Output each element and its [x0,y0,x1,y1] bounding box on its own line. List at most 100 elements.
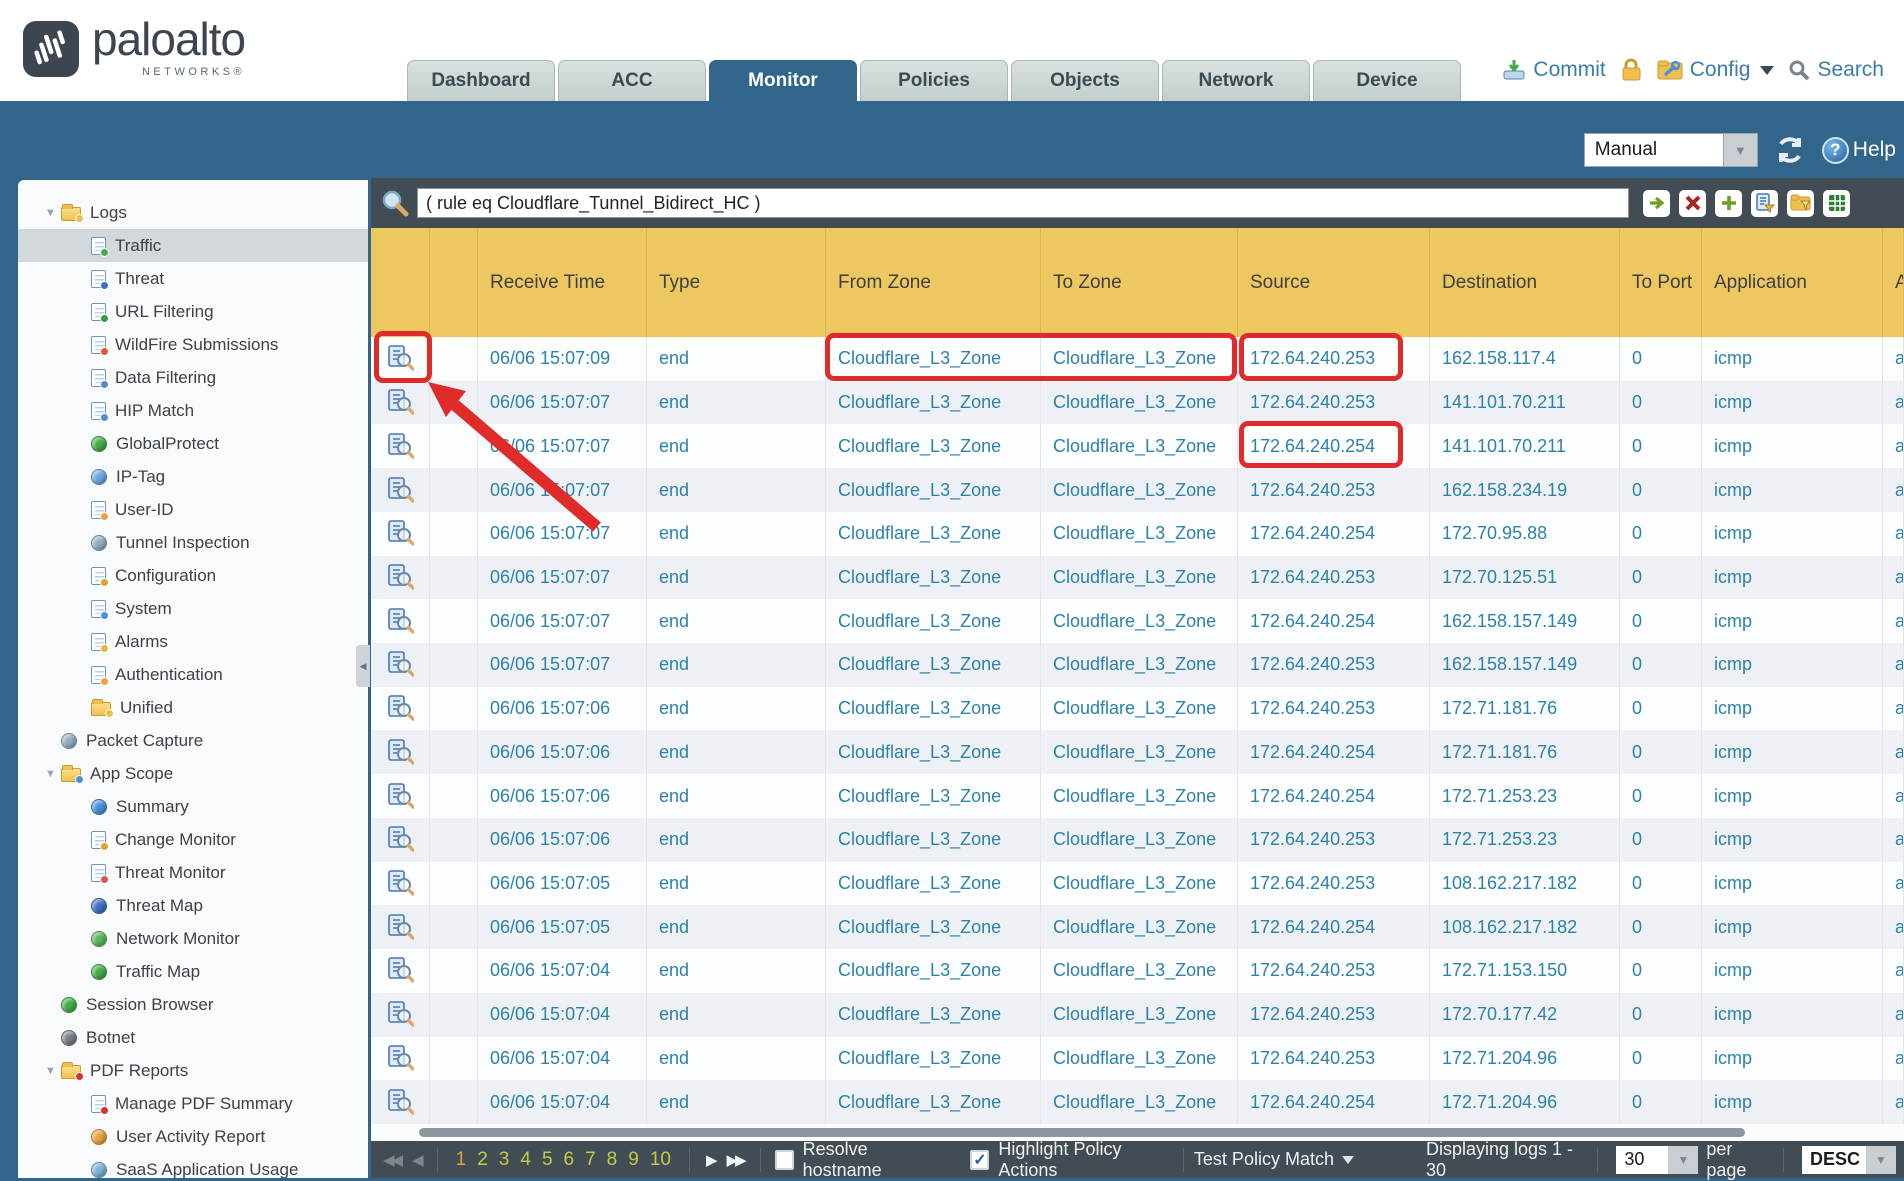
table-row[interactable]: 06/06 15:07:06endCloudflare_L3_ZoneCloud… [371,687,1904,731]
table-row[interactable]: 06/06 15:07:05endCloudflare_L3_ZoneCloud… [371,862,1904,906]
table-row[interactable]: 06/06 15:07:07endCloudflare_L3_ZoneCloud… [371,424,1904,468]
help-button[interactable]: ? Help [1822,137,1896,164]
detail-magnifier-cell[interactable] [371,730,430,774]
table-row[interactable]: 06/06 15:07:06endCloudflare_L3_ZoneCloud… [371,774,1904,818]
sidebar-item-hip-match[interactable]: HIP Match [18,394,368,427]
sidebar-item-threat-map[interactable]: Threat Map [18,889,368,922]
page-number-6[interactable]: 6 [564,1149,575,1171]
sidebar-item-url-filtering[interactable]: URL Filtering [18,295,368,328]
first-page-button[interactable]: ◀◀ [383,1151,400,1169]
sidebar-item-pdf-reports[interactable]: ▼PDF Reports [18,1054,368,1087]
sidebar-item-unified[interactable]: Unified [18,691,368,724]
export-to-csv-icon[interactable] [1823,190,1850,217]
detail-magnifier-cell[interactable] [371,643,430,687]
detail-magnifier-cell[interactable] [371,862,430,906]
table-row[interactable]: 06/06 15:07:07endCloudflare_L3_ZoneCloud… [371,599,1904,643]
page-number-7[interactable]: 7 [585,1149,596,1171]
detail-magnifier-cell[interactable] [371,337,430,381]
sidebar-item-change-monitor[interactable]: Change Monitor [18,823,368,856]
table-row[interactable]: 06/06 15:07:06endCloudflare_L3_ZoneCloud… [371,730,1904,774]
sidebar-item-globalprotect[interactable]: GlobalProtect [18,427,368,460]
sidebar-item-app-scope[interactable]: ▼App Scope [18,757,368,790]
detail-magnifier-cell[interactable] [371,381,430,425]
expander-icon[interactable]: ▼ [40,1065,61,1077]
sidebar-item-authentication[interactable]: Authentication [18,658,368,691]
sidebar-item-traffic-map[interactable]: Traffic Map [18,955,368,988]
sidebar-item-alarms[interactable]: Alarms [18,625,368,658]
table-row[interactable]: 06/06 15:07:07endCloudflare_L3_ZoneCloud… [371,381,1904,425]
detail-magnifier-cell[interactable] [371,512,430,556]
table-row[interactable]: 06/06 15:07:09endCloudflare_L3_ZoneCloud… [371,337,1904,381]
table-row[interactable]: 06/06 15:07:07endCloudflare_L3_ZoneCloud… [371,512,1904,556]
sidebar-item-system[interactable]: System [18,592,368,625]
filter-builder-icon[interactable] [1751,190,1778,217]
expander-icon[interactable]: ▼ [40,768,61,780]
table-row[interactable]: 06/06 15:07:05endCloudflare_L3_ZoneCloud… [371,905,1904,949]
sidebar-collapse-handle[interactable]: ◀ [356,645,370,687]
page-number-9[interactable]: 9 [628,1149,639,1171]
table-row[interactable]: 06/06 15:07:06endCloudflare_L3_ZoneCloud… [371,818,1904,862]
test-policy-match-button[interactable]: Test Policy Match [1194,1149,1354,1170]
table-row[interactable]: 06/06 15:07:07endCloudflare_L3_ZoneCloud… [371,468,1904,512]
horizontal-scrollbar[interactable] [419,1128,1745,1137]
table-row[interactable]: 06/06 15:07:04endCloudflare_L3_ZoneCloud… [371,949,1904,993]
expander-icon[interactable]: ▼ [40,207,61,219]
per-page-select[interactable]: 30 ▼ [1616,1146,1698,1174]
last-page-button[interactable]: ▶▶ [727,1151,744,1169]
tab-monitor[interactable]: Monitor [709,60,857,101]
tab-objects[interactable]: Objects [1011,60,1159,101]
sort-order-select[interactable]: DESC ▼ [1802,1146,1896,1174]
sidebar-item-summary[interactable]: Summary [18,790,368,823]
tab-acc[interactable]: ACC [558,60,706,101]
sidebar-item-user-activity-report[interactable]: User Activity Report [18,1120,368,1153]
detail-magnifier-cell[interactable] [371,905,430,949]
detail-magnifier-cell[interactable] [371,774,430,818]
sidebar-item-saas-application-usage[interactable]: SaaS Application Usage [18,1153,368,1178]
sidebar-item-data-filtering[interactable]: Data Filtering [18,361,368,394]
detail-magnifier-cell[interactable] [371,818,430,862]
apply-filter-icon[interactable] [1643,190,1670,217]
page-number-2[interactable]: 2 [477,1149,488,1171]
add-filter-icon[interactable] [1715,190,1742,217]
column-header-action[interactable]: A [1883,228,1904,337]
sidebar-item-user-id[interactable]: User-ID [18,493,368,526]
page-number-1[interactable]: 1 [456,1149,467,1171]
table-row[interactable]: 06/06 15:07:07endCloudflare_L3_ZoneCloud… [371,556,1904,600]
sidebar-item-traffic[interactable]: Traffic [18,229,368,262]
sidebar-item-wildfire-submissions[interactable]: WildFire Submissions [18,328,368,361]
page-number-10[interactable]: 10 [650,1149,671,1171]
sidebar-item-threat[interactable]: Threat [18,262,368,295]
refresh-icon[interactable] [1774,135,1806,165]
tab-policies[interactable]: Policies [860,60,1008,101]
detail-magnifier-cell[interactable] [371,1037,430,1081]
next-page-button[interactable]: ▶ [706,1151,715,1169]
table-row[interactable]: 06/06 15:07:04endCloudflare_L3_ZoneCloud… [371,993,1904,1037]
load-filter-icon[interactable] [1787,190,1814,217]
page-number-3[interactable]: 3 [499,1149,510,1171]
tab-network[interactable]: Network [1162,60,1310,101]
detail-magnifier-cell[interactable] [371,468,430,512]
global-search[interactable]: Search [1788,58,1884,82]
sidebar-item-configuration[interactable]: Configuration [18,559,368,592]
prev-page-button[interactable]: ◀ [412,1151,421,1169]
detail-magnifier-cell[interactable] [371,993,430,1037]
sidebar-item-packet-capture[interactable]: Packet Capture [18,724,368,757]
column-header-type[interactable]: Type [647,228,826,337]
sidebar-item-tunnel-inspection[interactable]: Tunnel Inspection [18,526,368,559]
config-menu[interactable]: Config [1657,58,1775,82]
refresh-mode-select[interactable]: Manual ▼ [1584,133,1758,167]
sidebar-item-session-browser[interactable]: Session Browser [18,988,368,1021]
column-header-from_zone[interactable]: From Zone [826,228,1041,337]
commit-button[interactable]: Commit [1502,58,1605,82]
clear-filter-icon[interactable] [1679,190,1706,217]
page-number-5[interactable]: 5 [542,1149,553,1171]
detail-magnifier-cell[interactable] [371,949,430,993]
sidebar-item-ip-tag[interactable]: IP-Tag [18,460,368,493]
sidebar-item-manage-pdf-summary[interactable]: Manage PDF Summary [18,1087,368,1120]
column-header-receive_time[interactable]: Receive Time [478,228,647,337]
table-row[interactable]: 06/06 15:07:07endCloudflare_L3_ZoneCloud… [371,643,1904,687]
page-number-4[interactable]: 4 [520,1149,531,1171]
page-number-8[interactable]: 8 [607,1149,618,1171]
detail-magnifier-cell[interactable] [371,424,430,468]
highlight-policy-checkbox[interactable]: ✓ [970,1150,989,1170]
